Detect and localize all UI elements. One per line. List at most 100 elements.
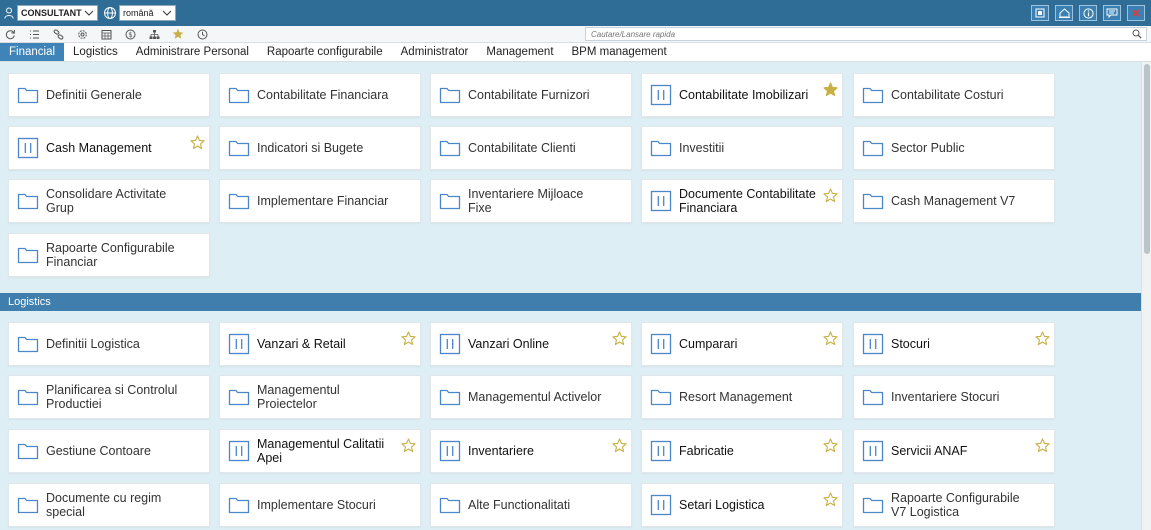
tile-label: Vanzari Online xyxy=(468,337,550,351)
tile-investitii[interactable]: Investitii xyxy=(641,126,843,170)
tile-implementare-financiar[interactable]: Implementare Financiar xyxy=(219,179,421,223)
tile-contabilitate-costuri[interactable]: Contabilitate Costuri xyxy=(853,73,1055,117)
star-outline-icon[interactable] xyxy=(190,135,205,150)
tile-cash-management-v7[interactable]: Cash Management V7 xyxy=(853,179,1055,223)
folder-icon xyxy=(862,495,884,515)
tile-planificarea-si-controlul-productiei[interactable]: Planificarea si Controlul Productiei xyxy=(8,375,210,419)
refresh-icon[interactable] xyxy=(4,28,16,40)
star-outline-icon[interactable] xyxy=(401,331,416,346)
tile-documente-contabilitate-financiara[interactable]: Documente Contabilitate Financiara xyxy=(641,179,843,223)
folder-icon xyxy=(17,441,39,461)
tile-definitii-generale[interactable]: Definitii Generale xyxy=(8,73,210,117)
org-chart-icon[interactable] xyxy=(148,28,160,40)
tab-financial[interactable]: Financial xyxy=(0,43,65,61)
tile-servicii-anaf[interactable]: Servicii ANAF xyxy=(853,429,1055,473)
tile-implementare-stocuri[interactable]: Implementare Stocuri xyxy=(219,483,421,527)
link-icon[interactable] xyxy=(52,28,64,40)
star-outline-icon[interactable] xyxy=(612,331,627,346)
tile-managementul-proiectelor[interactable]: Managementul Proiectelor xyxy=(219,375,421,419)
folder-icon xyxy=(17,245,39,265)
tile-documente-cu-regim-special[interactable]: Documente cu regim special xyxy=(8,483,210,527)
tile-managementul-activelor[interactable]: Managementul Activelor xyxy=(430,375,632,419)
folder-icon xyxy=(228,191,250,211)
tab-administrare-personal[interactable]: Administrare Personal xyxy=(127,43,258,61)
search-input[interactable] xyxy=(586,29,1116,39)
tile-cash-management[interactable]: Cash Management xyxy=(8,126,210,170)
chevron-down-icon xyxy=(162,10,172,16)
tile-label: Cash Management xyxy=(46,141,152,155)
top-bar: CONSULTANT română xyxy=(0,0,1151,26)
calendar-icon[interactable] xyxy=(100,28,112,40)
tab-management[interactable]: Management xyxy=(477,43,562,61)
search-icon[interactable] xyxy=(1132,29,1142,39)
tile-contabilitate-imobilizari[interactable]: Contabilitate Imobilizari xyxy=(641,73,843,117)
star-outline-icon[interactable] xyxy=(823,438,838,453)
tile-fabricatie[interactable]: Fabricatie xyxy=(641,429,843,473)
message-button[interactable] xyxy=(1103,5,1121,21)
tile-consolidare-activitate-grup[interactable]: Consolidare Activitate Grup xyxy=(8,179,210,223)
list-icon[interactable] xyxy=(28,28,40,40)
tile-cumparari[interactable]: Cumparari xyxy=(641,322,843,366)
tile-gestiune-contoare[interactable]: Gestiune Contoare xyxy=(8,429,210,473)
tile-inventariere-stocuri[interactable]: Inventariere Stocuri xyxy=(853,375,1055,419)
star-outline-icon[interactable] xyxy=(612,438,627,453)
star-outline-icon[interactable] xyxy=(1035,331,1050,346)
tile-stocuri[interactable]: Stocuri xyxy=(853,322,1055,366)
tile-vanzari-online[interactable]: Vanzari Online xyxy=(430,322,632,366)
scrollbar-thumb[interactable] xyxy=(1144,64,1150,254)
folder-icon xyxy=(17,191,39,211)
app-icon xyxy=(650,333,672,355)
language-select[interactable]: română xyxy=(119,5,176,21)
tile-alte-functionalitati[interactable]: Alte Functionalitati xyxy=(430,483,632,527)
star-outline-icon[interactable] xyxy=(823,331,838,346)
quick-launch-search[interactable] xyxy=(585,27,1147,41)
tile-label: Stocuri xyxy=(891,337,930,351)
tile-rapoarte-configurabile-financiar[interactable]: Rapoarte Configurabile Financiar xyxy=(8,233,210,277)
star-outline-icon[interactable] xyxy=(823,492,838,507)
tile-setari-logistica[interactable]: Setari Logistica xyxy=(641,483,843,527)
folder-icon xyxy=(17,85,39,105)
tab-rapoarte-configurabile[interactable]: Rapoarte configurabile xyxy=(258,43,392,61)
tile-sector-public[interactable]: Sector Public xyxy=(853,126,1055,170)
info-button[interactable] xyxy=(1079,5,1097,21)
tile-contabilitate-furnizori[interactable]: Contabilitate Furnizori xyxy=(430,73,632,117)
tile-contabilitate-clienti[interactable]: Contabilitate Clienti xyxy=(430,126,632,170)
tile-vanzari-retail[interactable]: Vanzari & Retail xyxy=(219,322,421,366)
tile-inventariere[interactable]: Inventariere xyxy=(430,429,632,473)
home-button[interactable] xyxy=(1055,5,1073,21)
tile-label: Resort Management xyxy=(679,390,793,404)
window-button[interactable] xyxy=(1031,5,1049,21)
message-icon xyxy=(1106,8,1118,18)
star-outline-icon[interactable] xyxy=(1035,438,1050,453)
tile-resort-management[interactable]: Resort Management xyxy=(641,375,843,419)
clock-icon[interactable] xyxy=(196,28,208,40)
tab-bpm-management[interactable]: BPM management xyxy=(563,43,676,61)
currency-icon[interactable]: $ xyxy=(124,28,136,40)
role-select[interactable]: CONSULTANT xyxy=(17,5,98,21)
favorites-star-icon[interactable] xyxy=(172,28,184,40)
star-filled-icon[interactable] xyxy=(823,82,838,97)
settings-icon[interactable] xyxy=(76,28,88,40)
tile-label: Inventariere xyxy=(468,444,535,458)
tab-logistics[interactable]: Logistics xyxy=(64,43,127,61)
app-icon xyxy=(862,333,884,355)
tile-managementul-calitatii-apei[interactable]: Managementul Calitatii Apei xyxy=(219,429,421,473)
tab-administrator[interactable]: Administrator xyxy=(392,43,478,61)
section-header-logistics: Logistics xyxy=(0,293,1141,311)
star-outline-icon[interactable] xyxy=(401,438,416,453)
folder-icon xyxy=(228,387,250,407)
tile-indicatori-si-bugete[interactable]: Indicatori si Bugete xyxy=(219,126,421,170)
tile-definitii-logistica[interactable]: Definitii Logistica xyxy=(8,322,210,366)
scrollbar[interactable] xyxy=(1141,62,1151,530)
tile-rapoarte-configurabile-v7-logistica[interactable]: Rapoarte Configurabile V7 Logistica xyxy=(853,483,1055,527)
tile-label: Setari Logistica xyxy=(679,498,765,512)
tile-contabilitate-financiara[interactable]: Contabilitate Financiara xyxy=(219,73,421,117)
app-icon xyxy=(439,333,461,355)
star-outline-icon[interactable] xyxy=(823,188,838,203)
close-button[interactable] xyxy=(1127,5,1145,21)
tile-inventariere-mijloace-fixe[interactable]: Inventariere Mijloace Fixe xyxy=(430,179,632,223)
folder-icon xyxy=(228,495,250,515)
folder-icon xyxy=(228,85,250,105)
user-icon[interactable] xyxy=(3,6,15,20)
tile-label: Managementul Activelor xyxy=(468,390,602,404)
